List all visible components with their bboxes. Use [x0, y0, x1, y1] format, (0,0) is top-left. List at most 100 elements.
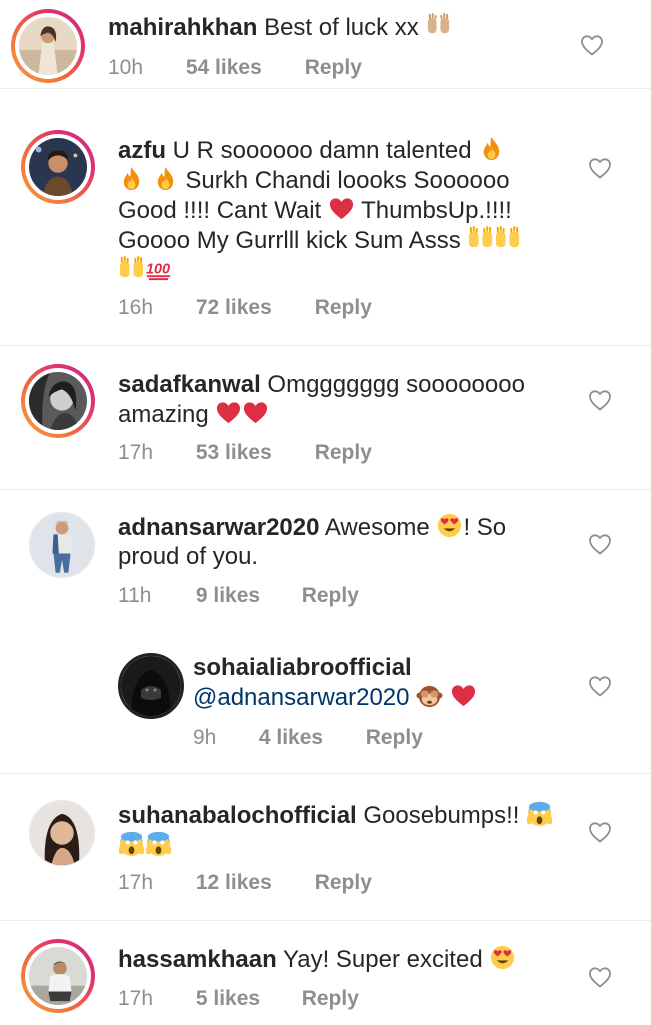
comment-meta: 17h 53 likes Reply: [118, 441, 372, 465]
comment-item: azfu U R soooooo damn talented Surkh Cha…: [0, 88, 651, 346]
comment-text: mahirahkhan Best of luck xx: [108, 12, 452, 42]
timestamp: 10h: [108, 56, 144, 79]
hundred-points-emoji-icon: [145, 255, 172, 282]
avatar[interactable]: [21, 939, 95, 1013]
avatar[interactable]: [21, 130, 95, 204]
mention-link[interactable]: @adnansarwar2020: [193, 684, 410, 711]
red-heart-emoji-icon: [215, 399, 242, 426]
comment-text: hassamkhaan Yay! Super excited: [118, 944, 568, 974]
timestamp: 16h: [118, 296, 154, 319]
comment-body: Surkh Chandi loooks Soooooo: [185, 167, 510, 194]
avatar-image: [29, 138, 87, 196]
username[interactable]: sadafkanwal: [118, 371, 261, 398]
fire-emoji-icon: [118, 165, 145, 192]
comment-body: Yay! Super excited: [283, 946, 483, 973]
avatar[interactable]: [29, 800, 95, 866]
comment-text: sadafkanwal Omggggggg soooooooo amazing: [118, 370, 568, 429]
comment-body: Good !!!! Cant Wait: [118, 197, 322, 224]
reply-button[interactable]: Reply: [315, 441, 372, 465]
fire-emoji-icon: [478, 135, 505, 162]
username[interactable]: adnansarwar2020: [118, 514, 319, 541]
likes-count[interactable]: 12 likes: [196, 871, 309, 895]
username[interactable]: sohaialiabroofficial: [193, 654, 412, 681]
red-heart-emoji-icon: [450, 682, 477, 709]
likes-count[interactable]: 53 likes: [196, 441, 309, 465]
scream-emoji-icon: [145, 830, 172, 857]
comment-item: mahirahkhan Best of luck xx 10h 54 likes…: [0, 0, 651, 88]
reply-button[interactable]: Reply: [305, 56, 362, 80]
comment-text: adnansarwar2020 Awesome ! So proud of yo…: [118, 512, 568, 571]
comment-body: Goosebumps!!: [363, 802, 520, 829]
comment-meta: 17h 5 likes Reply: [118, 987, 359, 1011]
likes-count[interactable]: 54 likes: [186, 56, 299, 80]
comment-meta: 10h 54 likes Reply: [108, 56, 362, 80]
avatar-image: [29, 947, 87, 1005]
username[interactable]: suhanabalochofficial: [118, 802, 357, 829]
timestamp: 17h: [118, 441, 154, 464]
avatar-image: [30, 513, 94, 577]
reply-button[interactable]: Reply: [315, 296, 372, 320]
avatar[interactable]: [21, 364, 95, 438]
comment-item: hassamkhaan Yay! Super excited 17h 5 lik…: [0, 920, 651, 1025]
username[interactable]: mahirahkhan: [108, 14, 257, 41]
heart-outline-icon[interactable]: [588, 157, 612, 179]
comment-body: Best of luck xx: [264, 14, 419, 41]
heart-outline-icon[interactable]: [588, 389, 612, 411]
heart-outline-icon[interactable]: [588, 533, 612, 555]
raised-hands-emoji-icon: [425, 12, 452, 39]
heart-outline-icon[interactable]: [580, 34, 604, 56]
avatar-image: [30, 801, 94, 865]
avatar-image: [19, 17, 77, 75]
comment-body: ThumbsUp.!!!!: [361, 197, 512, 224]
username[interactable]: azfu: [118, 137, 166, 164]
heart-outline-icon[interactable]: [588, 966, 612, 988]
comment-meta: 16h 72 likes Reply: [118, 296, 372, 320]
raising-hands-emoji-icon: [467, 225, 494, 252]
likes-count[interactable]: 5 likes: [196, 987, 296, 1011]
likes-count[interactable]: 9 likes: [196, 584, 296, 608]
avatar[interactable]: [29, 512, 95, 578]
comment-body: amazing: [118, 401, 209, 428]
comment-body: Goooo My Gurrlll kick Sum Asss: [118, 227, 461, 254]
reply-button[interactable]: Reply: [302, 584, 359, 608]
scream-emoji-icon: [526, 800, 553, 827]
comment-item: suhanabalochofficial Goosebumps!! 17h 12…: [0, 773, 651, 921]
comment-meta: 11h 9 likes Reply: [118, 584, 359, 608]
comment-text: sohaialiabroofficial @adnansarwar2020: [193, 653, 583, 712]
timestamp: 17h: [118, 871, 154, 894]
heart-outline-icon[interactable]: [588, 675, 612, 697]
comment-text: suhanabalochofficial Goosebumps!!: [118, 800, 568, 860]
likes-count[interactable]: 72 likes: [196, 296, 309, 320]
avatar-image: [29, 372, 87, 430]
timestamp: 17h: [118, 987, 154, 1010]
timestamp: 9h: [193, 726, 217, 749]
reply-button[interactable]: Reply: [302, 987, 359, 1011]
red-heart-emoji-icon: [242, 399, 269, 426]
reply-button[interactable]: Reply: [315, 871, 372, 895]
timestamp: 11h: [118, 584, 152, 607]
comment-meta: 17h 12 likes Reply: [118, 871, 372, 895]
comment-meta: 9h 4 likes Reply: [193, 726, 423, 750]
red-heart-emoji-icon: [328, 195, 355, 222]
comment-body: Omggggggg soooooooo: [267, 371, 525, 398]
avatar[interactable]: [118, 653, 184, 719]
avatar-image: [121, 656, 181, 716]
raising-hands-emoji-icon: [494, 225, 521, 252]
avatar[interactable]: [11, 9, 85, 83]
comment-body: Awesome: [324, 514, 430, 541]
username[interactable]: hassamkhaan: [118, 946, 277, 973]
fire-emoji-icon: [152, 165, 179, 192]
heart-eyes-emoji-icon: [436, 512, 463, 539]
heart-outline-icon[interactable]: [588, 821, 612, 843]
reply-button[interactable]: Reply: [366, 726, 423, 750]
raising-hands-emoji-icon: [118, 255, 145, 282]
heart-eyes-emoji-icon: [489, 944, 516, 971]
comment-body: U R soooooo damn talented: [172, 137, 472, 164]
comment-item: sadafkanwal Omggggggg soooooooo amazing …: [0, 345, 651, 490]
comment-body: ! So: [463, 514, 507, 541]
see-no-evil-monkey-emoji-icon: [416, 682, 443, 709]
comment-body: proud of you.: [118, 543, 259, 570]
reply-item: sohaialiabroofficial @adnansarwar2020 9h…: [0, 631, 651, 773]
likes-count[interactable]: 4 likes: [259, 726, 360, 750]
comment-item: adnansarwar2020 Awesome ! So proud of yo…: [0, 489, 651, 632]
